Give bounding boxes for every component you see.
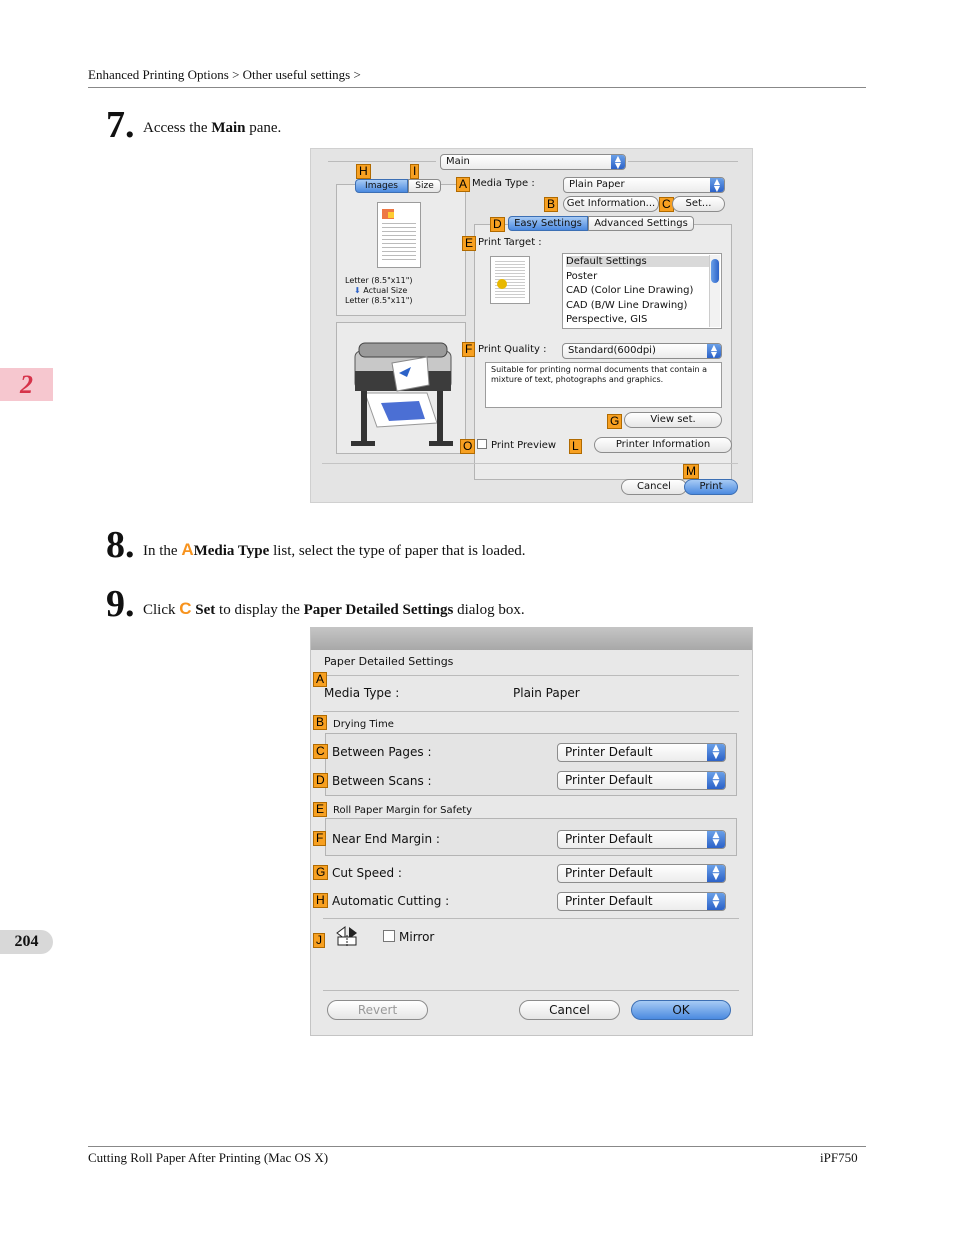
step-7-text: Access the Main pane. (143, 120, 282, 136)
get-information-button[interactable]: Get Information... (563, 196, 659, 212)
footer-left: Cutting Roll Paper After Printing (Mac O… (88, 1150, 329, 1165)
media-type-label: Media Type : (324, 686, 400, 700)
set-button[interactable]: Set... (672, 196, 725, 212)
ok-button[interactable]: OK (631, 1000, 731, 1020)
step-9-number: 9. (106, 583, 135, 625)
printer-image-panel (336, 322, 466, 454)
label-e: E (462, 236, 477, 251)
cancel-button[interactable]: Cancel (621, 479, 687, 495)
label-h: H (313, 893, 328, 908)
media-type-select[interactable]: Plain Paper ▲ ▼ (563, 177, 725, 193)
footer-right: iPF750 (820, 1150, 858, 1165)
automatic-cutting-label: Automatic Cutting : (332, 894, 450, 908)
breadcrumb: Enhanced Printing Options > Other useful… (88, 67, 361, 82)
label-j: J (313, 933, 325, 948)
paper-detailed-settings-dialog: Paper Detailed Settings A Media Type : P… (310, 627, 753, 1036)
label-i: I (410, 164, 420, 179)
media-type-value: Plain Paper (513, 686, 580, 700)
label-d: D (490, 217, 505, 232)
header-rule (88, 87, 866, 88)
near-end-margin-label: Near End Margin : (332, 832, 440, 846)
near-end-margin-select[interactable]: Printer Default ▲ ▼ (557, 830, 726, 849)
tab-easy-settings[interactable]: Easy Settings (508, 216, 588, 231)
print-target-item[interactable]: Default Settings (566, 256, 710, 267)
list-scrollbar[interactable] (709, 255, 720, 327)
page-preview (377, 202, 421, 268)
tab-size[interactable]: Size (408, 179, 441, 193)
cut-speed-label: Cut Speed : (332, 866, 402, 880)
print-quality-label: Print Quality : (478, 344, 547, 355)
page-number: 204 (0, 930, 53, 954)
label-h: H (356, 164, 371, 179)
drying-time-label: Drying Time (333, 719, 394, 730)
dialog-title-bar (311, 628, 752, 650)
label-d: D (313, 773, 328, 788)
print-preview-checkbox[interactable]: Print Preview (477, 439, 556, 451)
media-type-label: Media Type : (472, 178, 535, 189)
main-print-dialog: Main ▲ ▼ H I Images Size Letter (8.5"x11")… (310, 148, 753, 503)
preview-actual-size: ⬇ Actual Size (354, 286, 408, 295)
checkbox-icon[interactable] (477, 439, 487, 449)
tab-advanced-settings[interactable]: Advanced Settings (588, 216, 694, 231)
preview-size-text: Letter (8.5"x11") (345, 276, 413, 285)
revert-button[interactable]: Revert (327, 1000, 428, 1020)
automatic-cutting-select[interactable]: Printer Default ▲ ▼ (557, 892, 726, 911)
label-g: G (313, 865, 329, 880)
label-a: A (456, 177, 471, 192)
step-8-text: In the AMedia Type list, select the type… (143, 540, 526, 559)
print-target-item[interactable]: CAD (Color Line Drawing) (566, 285, 693, 296)
label-f: F (313, 831, 327, 846)
mirror-checkbox[interactable]: Mirror (383, 930, 434, 944)
between-scans-select[interactable]: Printer Default ▲ ▼ (557, 771, 726, 790)
between-scans-label: Between Scans : (332, 774, 432, 788)
label-o: O (460, 439, 476, 454)
print-target-list[interactable]: Default Settings Poster CAD (Color Line … (562, 253, 722, 329)
quality-description: Suitable for printing normal documents t… (485, 362, 722, 408)
label-a: A (313, 672, 328, 687)
printer-information-button[interactable]: Printer Information (594, 437, 732, 453)
print-target-label: Print Target : (478, 237, 542, 248)
preview-output-size: Letter (8.5"x11") (345, 296, 413, 305)
dialog-title: Paper Detailed Settings (324, 655, 454, 668)
printer-illustration (351, 342, 453, 446)
chapter-tab: 2 (0, 368, 53, 401)
cancel-button[interactable]: Cancel (519, 1000, 620, 1020)
tab-images[interactable]: Images (355, 179, 408, 193)
cut-speed-select[interactable]: Printer Default ▲ ▼ (557, 864, 726, 883)
label-b: B (544, 197, 559, 212)
print-button[interactable]: Print (684, 479, 738, 495)
print-target-thumbnail (490, 256, 530, 304)
label-g: G (607, 414, 623, 429)
label-e: E (313, 802, 328, 817)
label-l: L (569, 439, 582, 454)
label-b: B (313, 715, 328, 730)
mirror-icon (335, 925, 359, 947)
print-quality-select[interactable]: Standard(600dpi) ▲ ▼ (562, 343, 722, 359)
between-pages-label: Between Pages : (332, 745, 432, 759)
step-8-number: 8. (106, 524, 135, 566)
roll-paper-margin-label: Roll Paper Margin for Safety (333, 805, 473, 816)
view-set-button[interactable]: View set. (624, 412, 722, 428)
label-c: C (313, 744, 328, 759)
checkbox-icon[interactable] (383, 930, 395, 942)
footer-rule (88, 1146, 866, 1147)
print-target-item[interactable]: Perspective, GIS (566, 314, 647, 325)
print-target-item[interactable]: Poster (566, 271, 597, 282)
between-pages-select[interactable]: Printer Default ▲ ▼ (557, 743, 726, 762)
print-target-item[interactable]: CAD (B/W Line Drawing) (566, 300, 687, 311)
pane-select[interactable]: Main ▲ ▼ (440, 154, 626, 170)
label-m: M (683, 464, 699, 479)
step-7-number: 7. (106, 104, 135, 146)
step-9-text: Click C Set to display the Paper Detaile… (143, 599, 525, 618)
label-f: F (462, 342, 476, 357)
